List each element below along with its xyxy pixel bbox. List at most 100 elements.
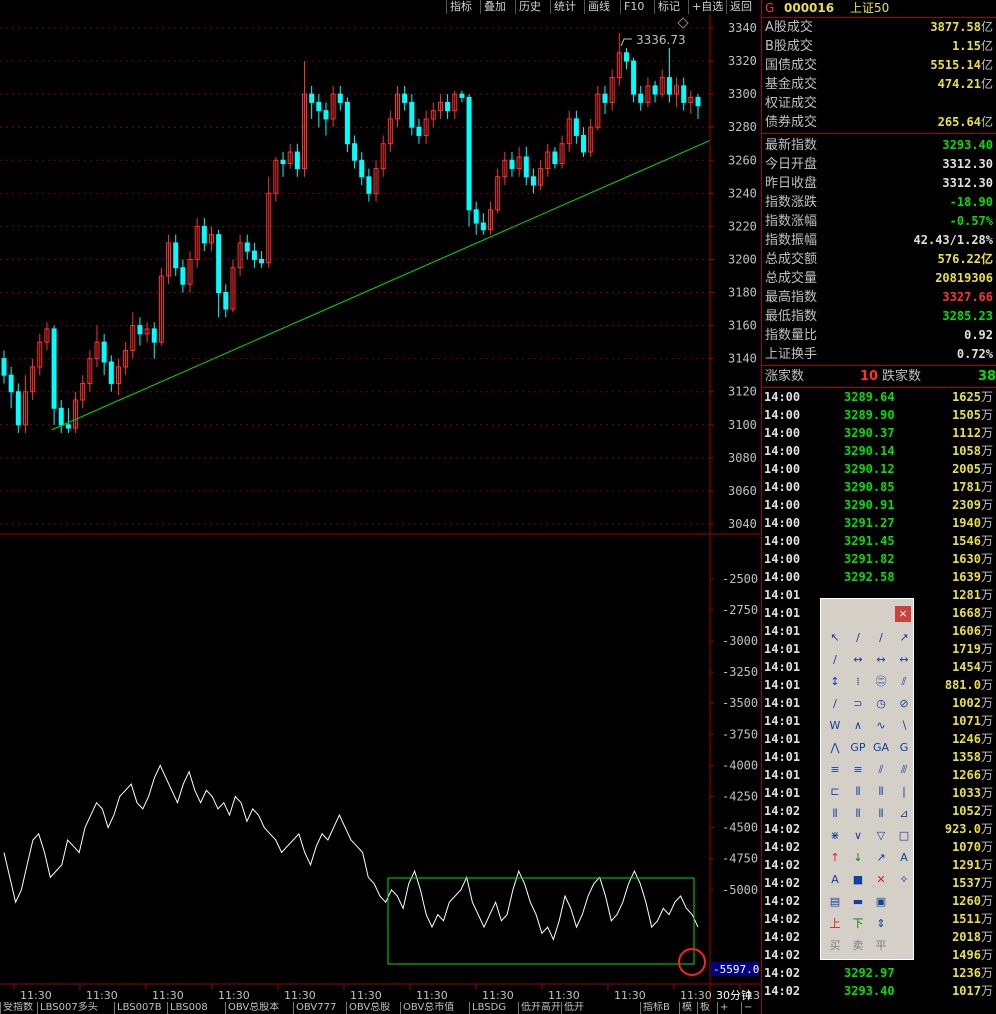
drawing-tool-button[interactable]: ≡ — [848, 761, 868, 778]
drawing-tool-button[interactable]: G — [894, 739, 914, 756]
drawing-tool-button[interactable]: ↑ — [825, 849, 845, 866]
indicator-tab[interactable]: 模 — [679, 1002, 697, 1014]
drawing-tool-button[interactable]: 平 — [871, 937, 891, 954]
drawing-tool-button[interactable] — [894, 937, 914, 954]
drawing-tool-button[interactable]: ↓ — [848, 849, 868, 866]
drawing-tool-button[interactable]: ⫽ — [871, 761, 891, 778]
drawing-tool-button[interactable]: ⊏ — [825, 783, 845, 800]
toolbar-button[interactable]: F10 — [620, 0, 647, 14]
indicator-tab[interactable]: OBV777 — [293, 1002, 346, 1014]
drawing-tool-button[interactable]: ⁞ — [848, 673, 868, 690]
trendline[interactable] — [51, 139, 711, 431]
indicator-tab[interactable]: 低开高开 — [518, 1002, 561, 1014]
toolbar-button[interactable]: 叠加 — [480, 0, 509, 14]
drawing-tool-button[interactable]: | — [894, 783, 914, 800]
tick-volume-unit: 万 — [980, 984, 993, 998]
drawing-tool-button[interactable]: GP — [848, 739, 868, 756]
toolbar-button[interactable]: 统计 — [550, 0, 579, 14]
drawing-tool-button[interactable]: ⋀ — [825, 739, 845, 756]
drawing-tool-button[interactable]: ▤ — [825, 893, 845, 910]
indicator-tab[interactable]: LBSDG — [469, 1002, 518, 1014]
drawing-tool-button[interactable]: A — [894, 849, 914, 866]
drawing-tool-button[interactable]: ∧ — [848, 717, 868, 734]
toolbar-button[interactable]: 返回 — [726, 0, 755, 14]
indicator-tab[interactable]: LBS007多头 — [37, 1002, 114, 1014]
support-trendline[interactable] — [51, 139, 711, 431]
drawing-tool-button[interactable]: ↔ — [894, 651, 914, 668]
candle-body — [251, 250, 257, 260]
drawing-tool-button[interactable] — [894, 893, 914, 910]
toolbar-button[interactable]: +自选 — [688, 0, 726, 14]
drawing-tool-button[interactable]: ▽ — [871, 827, 891, 844]
drawing-tool-button[interactable]: ⇕ — [871, 915, 891, 932]
drawing-tool-button[interactable]: ↗ — [871, 849, 891, 866]
drawing-tool-button[interactable]: ⦀ — [848, 805, 868, 822]
close-icon[interactable]: × — [895, 606, 911, 622]
diamond-icon[interactable] — [677, 17, 689, 29]
tick-time: 14:01 — [764, 732, 801, 746]
drawing-tool-button[interactable]: ∨ — [848, 827, 868, 844]
drawing-tool-button[interactable]: ✕ — [871, 871, 891, 888]
indicator-tab[interactable]: 指标B — [640, 1002, 679, 1014]
drawing-tool-button[interactable]: ∕ — [825, 651, 845, 668]
toolbar-button[interactable]: 历史 — [515, 0, 544, 14]
indicator-tab[interactable]: LBS007B — [114, 1002, 167, 1014]
drawing-tool-button[interactable]: ▣ — [871, 893, 891, 910]
drawing-tool-button[interactable]: ∕ — [871, 629, 891, 646]
indicator-tab[interactable]: OBV总市值 — [400, 1002, 469, 1014]
drawing-tool-button[interactable]: ↔ — [848, 651, 868, 668]
drawing-tool-button[interactable]: ⊿ — [894, 805, 914, 822]
drawing-tool-button[interactable]: ∖ — [894, 717, 914, 734]
drawing-tool-button[interactable]: ∕ — [848, 629, 868, 646]
indicator-tab[interactable]: LBS008 — [167, 1002, 225, 1014]
drawing-tool-button[interactable]: ↔ — [871, 651, 891, 668]
drawing-tool-button[interactable]: ⊃ — [848, 695, 868, 712]
drawing-tool-button[interactable]: ⦀ — [848, 783, 868, 800]
drawing-tool-button[interactable]: ㊁ — [871, 673, 891, 690]
drawing-tool-button[interactable]: ↗ — [894, 629, 914, 646]
toolbar-button[interactable]: 指标 — [446, 0, 475, 14]
indicator-tab[interactable]: 受指数 — [0, 1002, 37, 1014]
drawing-tool-button[interactable]: ■ — [848, 871, 868, 888]
drawing-tool-button[interactable]: 上 — [825, 915, 845, 932]
drawing-tool-button[interactable]: ⦀ — [871, 805, 891, 822]
indicator-tab[interactable]: + — [717, 1002, 741, 1014]
drawing-tool-button[interactable]: ⊘ — [894, 695, 914, 712]
drawing-tool-button[interactable]: ⦀ — [825, 805, 845, 822]
drawing-tool-button[interactable] — [894, 915, 914, 932]
drawing-tool-button[interactable]: ⫻ — [894, 761, 914, 778]
indicator-tab[interactable]: 低开 — [561, 1002, 601, 1014]
drawing-tool-button[interactable]: GA — [871, 739, 891, 756]
drawing-tool-button[interactable]: ⫽ — [894, 673, 914, 690]
drawing-tool-button[interactable]: □ — [894, 827, 914, 844]
tick-time: 14:01 — [764, 768, 801, 782]
drawing-tool-button[interactable]: 买 — [825, 937, 845, 954]
drawing-tool-button[interactable]: W — [825, 717, 845, 734]
drawing-tool-button[interactable]: ≡ — [825, 761, 845, 778]
drawing-tool-button[interactable]: ↕ — [825, 673, 845, 690]
stat-unit: 亿 — [980, 39, 993, 53]
drawing-tool-button[interactable]: ↖ — [825, 629, 845, 646]
drawing-tool-button[interactable]: 卖 — [848, 937, 868, 954]
drawing-tool-button[interactable]: ✧ — [894, 871, 914, 888]
kline-chart[interactable]: 3340 3320 3300 3280 3260 3240 3220 3200 3180 3160… — [0, 14, 760, 1002]
indicator-tab[interactable]: OBV总股本 — [225, 1002, 293, 1014]
toolbar-button[interactable]: 画线 — [584, 0, 613, 14]
drawing-tool-button[interactable]: ▬ — [848, 893, 868, 910]
drawing-tool-button[interactable]: ⦀ — [871, 783, 891, 800]
toolbar-button[interactable]: 标记 — [654, 0, 683, 14]
tick-volume-unit: 万 — [980, 660, 993, 674]
drawing-tool-button[interactable]: ∿ — [871, 717, 891, 734]
drawing-tool-button[interactable]: ⋇ — [825, 827, 845, 844]
drawing-tool-button[interactable]: A — [825, 871, 845, 888]
drawing-tool-button[interactable]: ∕ — [825, 695, 845, 712]
drawing-tools-palette[interactable]: × ↖ ∕ ∕ ↗ ∕ ↔ ↔ ↔ ↕ ⁞ ㊁ ⫽ ∕ ⊃ ◷ ⊘ W ∧ ∿ ∖ ⋀ GP GA G ≡ ≡ ⫽ ⫻ ⊏ ⦀ ⦀ | ⦀ ⦀ ⦀ ⊿… — [820, 598, 914, 960]
indicator-tab[interactable]: − — [741, 1002, 760, 1014]
period-label[interactable]: 30分钟 — [716, 988, 752, 1002]
drawing-tool-button[interactable]: 下 — [848, 915, 868, 932]
palette-header[interactable]: × — [821, 599, 913, 625]
indicator-tab[interactable]: OBV总股 — [346, 1002, 400, 1014]
range-box[interactable] — [387, 877, 695, 965]
indicator-tab[interactable]: 板 — [697, 1002, 717, 1014]
drawing-tool-button[interactable]: ◷ — [871, 695, 891, 712]
